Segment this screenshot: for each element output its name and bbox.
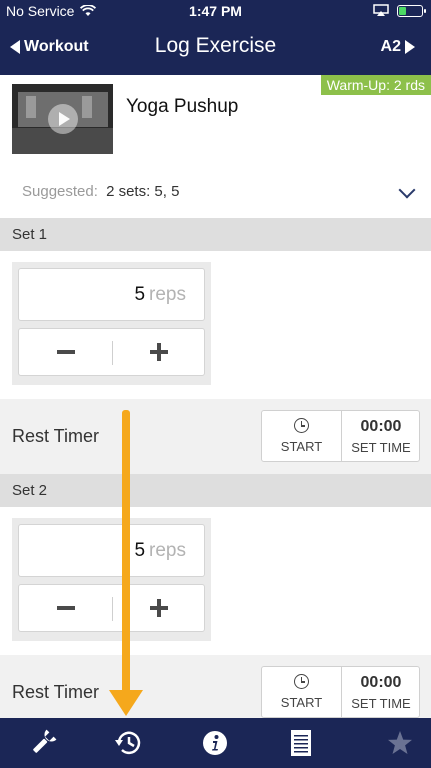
reps-input[interactable]: 5 reps — [18, 268, 205, 321]
decrement-button[interactable] — [19, 585, 112, 631]
reps-unit: reps — [149, 540, 186, 561]
tab-bar — [0, 718, 431, 768]
play-icon — [48, 104, 78, 134]
rest-timer-label: Rest Timer — [12, 682, 100, 702]
start-label: START — [280, 439, 323, 454]
rest-timer-control: START 00:00 SET TIME — [261, 410, 420, 462]
suggested-label: Suggested: — [22, 183, 98, 200]
next-exercise-button[interactable]: A2 — [381, 38, 415, 56]
top-bar: No Service 1:47 PM Workout Log Exercise … — [0, 0, 431, 75]
exercise-name: Yoga Pushup — [126, 96, 239, 117]
tab-info[interactable] — [172, 718, 258, 768]
timer-value: 00:00 — [360, 418, 402, 435]
annotation-arrow — [122, 410, 130, 700]
rest-timer-row: Rest Timer START 00:00 SET TIME — [0, 399, 431, 474]
warmup-badge: Warm-Up: 2 rds — [320, 75, 431, 95]
history-icon — [115, 731, 141, 755]
annotation-arrowhead — [109, 690, 143, 716]
rest-timer-control: START 00:00 SET TIME — [261, 666, 420, 718]
increment-button[interactable] — [113, 329, 205, 375]
set-header: Set 1 — [0, 218, 431, 251]
set-time-button[interactable]: 00:00 SET TIME — [342, 411, 420, 461]
set-time-label: SET TIME — [351, 440, 411, 455]
reps-stepper — [18, 584, 205, 632]
notes-icon — [291, 730, 311, 756]
reps-value: 5 — [134, 540, 146, 561]
screen-mirror-icon — [373, 4, 389, 16]
battery-icon — [397, 4, 426, 17]
suggested-value: 2 sets: 5, 5 — [106, 183, 180, 200]
wrench-icon — [33, 729, 57, 753]
decrement-button[interactable] — [19, 329, 112, 375]
set-time-label: SET TIME — [351, 696, 411, 711]
start-timer-button[interactable]: START — [262, 411, 341, 461]
status-bar: No Service 1:47 PM — [0, 0, 431, 24]
suggested-row: Suggested: 2 sets: 5, 5 — [22, 183, 179, 200]
chevron-down-icon[interactable] — [398, 181, 416, 199]
tab-notes[interactable] — [258, 718, 344, 768]
set-card: 5 reps — [12, 262, 211, 385]
timer-value: 00:00 — [360, 674, 402, 691]
exercise-video-thumbnail[interactable] — [12, 84, 113, 154]
reps-unit: reps — [149, 284, 186, 305]
clock-icon — [294, 418, 309, 433]
reps-stepper — [18, 328, 205, 376]
reps-input[interactable]: 5 reps — [18, 524, 205, 577]
status-time: 1:47 PM — [189, 3, 242, 19]
tab-history[interactable] — [86, 718, 172, 768]
tab-tools[interactable] — [0, 718, 86, 768]
tab-favorites[interactable] — [344, 718, 430, 768]
info-icon — [203, 731, 227, 755]
set-time-button[interactable]: 00:00 SET TIME — [342, 667, 420, 717]
next-label: A2 — [380, 38, 401, 55]
reps-value: 5 — [134, 284, 146, 305]
nav-bar: Workout Log Exercise A2 — [0, 24, 431, 75]
star-icon — [388, 731, 412, 754]
next-arrow-icon — [405, 40, 415, 54]
set-card: 5 reps — [12, 518, 211, 641]
rest-timer-label: Rest Timer — [12, 426, 100, 446]
start-timer-button[interactable]: START — [262, 667, 341, 717]
set-header: Set 2 — [0, 474, 431, 507]
clock-icon — [294, 674, 309, 689]
page-title: Log Exercise — [154, 34, 277, 57]
start-label: START — [280, 695, 323, 710]
